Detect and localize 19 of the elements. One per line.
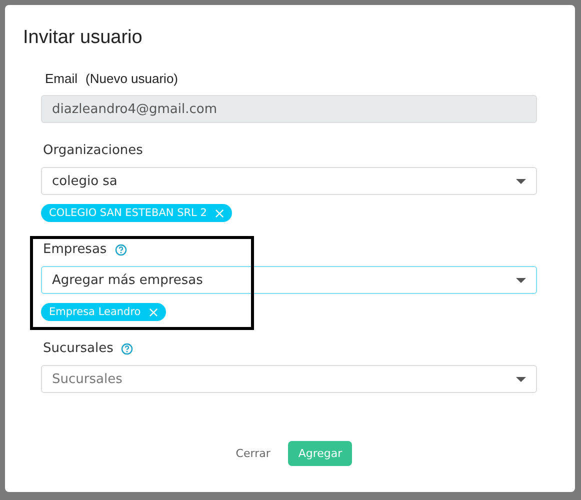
help-icon[interactable] <box>114 244 127 256</box>
field-label: Email <box>45 71 78 86</box>
field-note: (Nuevo usuario) <box>86 71 178 86</box>
help-icon[interactable] <box>121 342 134 354</box>
close-button[interactable]: Cerrar <box>226 441 280 466</box>
dialog-title: Invitar usuario <box>23 27 144 49</box>
close-icon[interactable] <box>148 308 158 316</box>
field-label: Empresas <box>43 242 107 257</box>
caret-icon <box>516 278 526 282</box>
select-field[interactable]: Agregar más empresas <box>41 266 537 294</box>
caret-icon <box>516 178 526 184</box>
caret-icon <box>516 376 526 382</box>
select-field[interactable]: Sucursales <box>41 365 537 393</box>
field-label: Sucursales <box>43 341 114 356</box>
close-icon[interactable] <box>214 208 224 218</box>
tag-chip: Empresa Leandro <box>41 303 166 321</box>
select-field[interactable]: colegio sa <box>41 167 537 195</box>
field-label: Organizaciones <box>43 143 143 158</box>
tag-chip: COLEGIO SAN ESTEBAN SRL 2 <box>41 204 232 222</box>
